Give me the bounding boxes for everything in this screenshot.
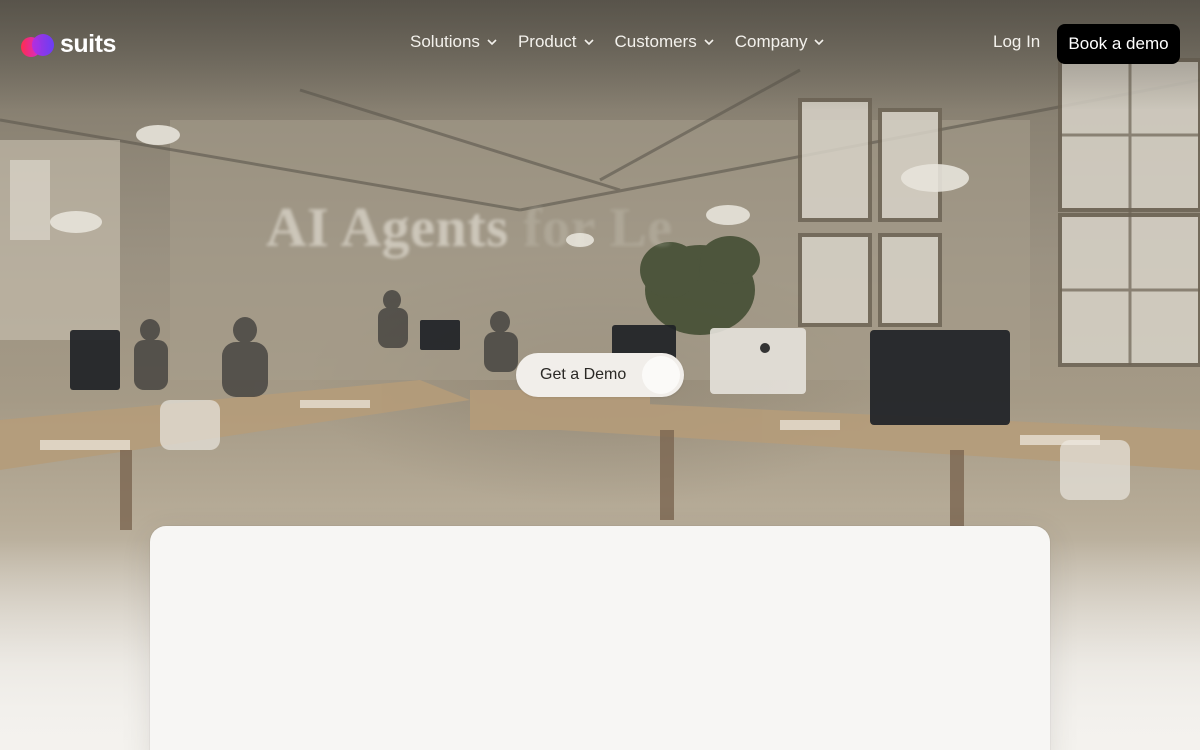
chevron-down-icon — [704, 39, 714, 46]
hero-title-faded: for Le — [523, 197, 673, 259]
nav-menu: Solutions Product Customers Company — [410, 32, 825, 52]
product-preview-card — [150, 526, 1050, 750]
nav-item-label: Product — [517, 32, 577, 51]
chevron-down-icon — [583, 39, 594, 46]
suits-logo-icon — [20, 32, 56, 58]
brand-name: suits — [60, 30, 116, 58]
nav-item-customers[interactable]: Customers — [615, 32, 715, 52]
button-knob-icon — [642, 356, 680, 394]
nav-item-label: Solutions — [410, 32, 480, 51]
book-demo-button[interactable]: Book a demo — [1057, 24, 1180, 64]
nav-item-company[interactable]: Company — [735, 32, 826, 52]
chevron-down-icon — [487, 39, 497, 46]
nav-item-label: Customers — [614, 32, 697, 51]
get-demo-button[interactable]: Get a Demo — [516, 353, 684, 397]
brand-logo[interactable]: suits — [20, 30, 116, 59]
top-navigation: suits Solutions Product Customers Compan… — [0, 0, 1200, 88]
login-link[interactable]: Log In — [993, 32, 1040, 52]
nav-item-solutions[interactable]: Solutions — [410, 32, 498, 52]
get-demo-label: Get a Demo — [540, 366, 627, 383]
chevron-down-icon — [814, 39, 825, 46]
hero-title: AI Agents for Le — [266, 196, 673, 260]
hero-title-visible: AI Agents — [266, 197, 509, 259]
nav-item-label: Company — [734, 32, 808, 51]
nav-item-product[interactable]: Product — [518, 32, 595, 52]
